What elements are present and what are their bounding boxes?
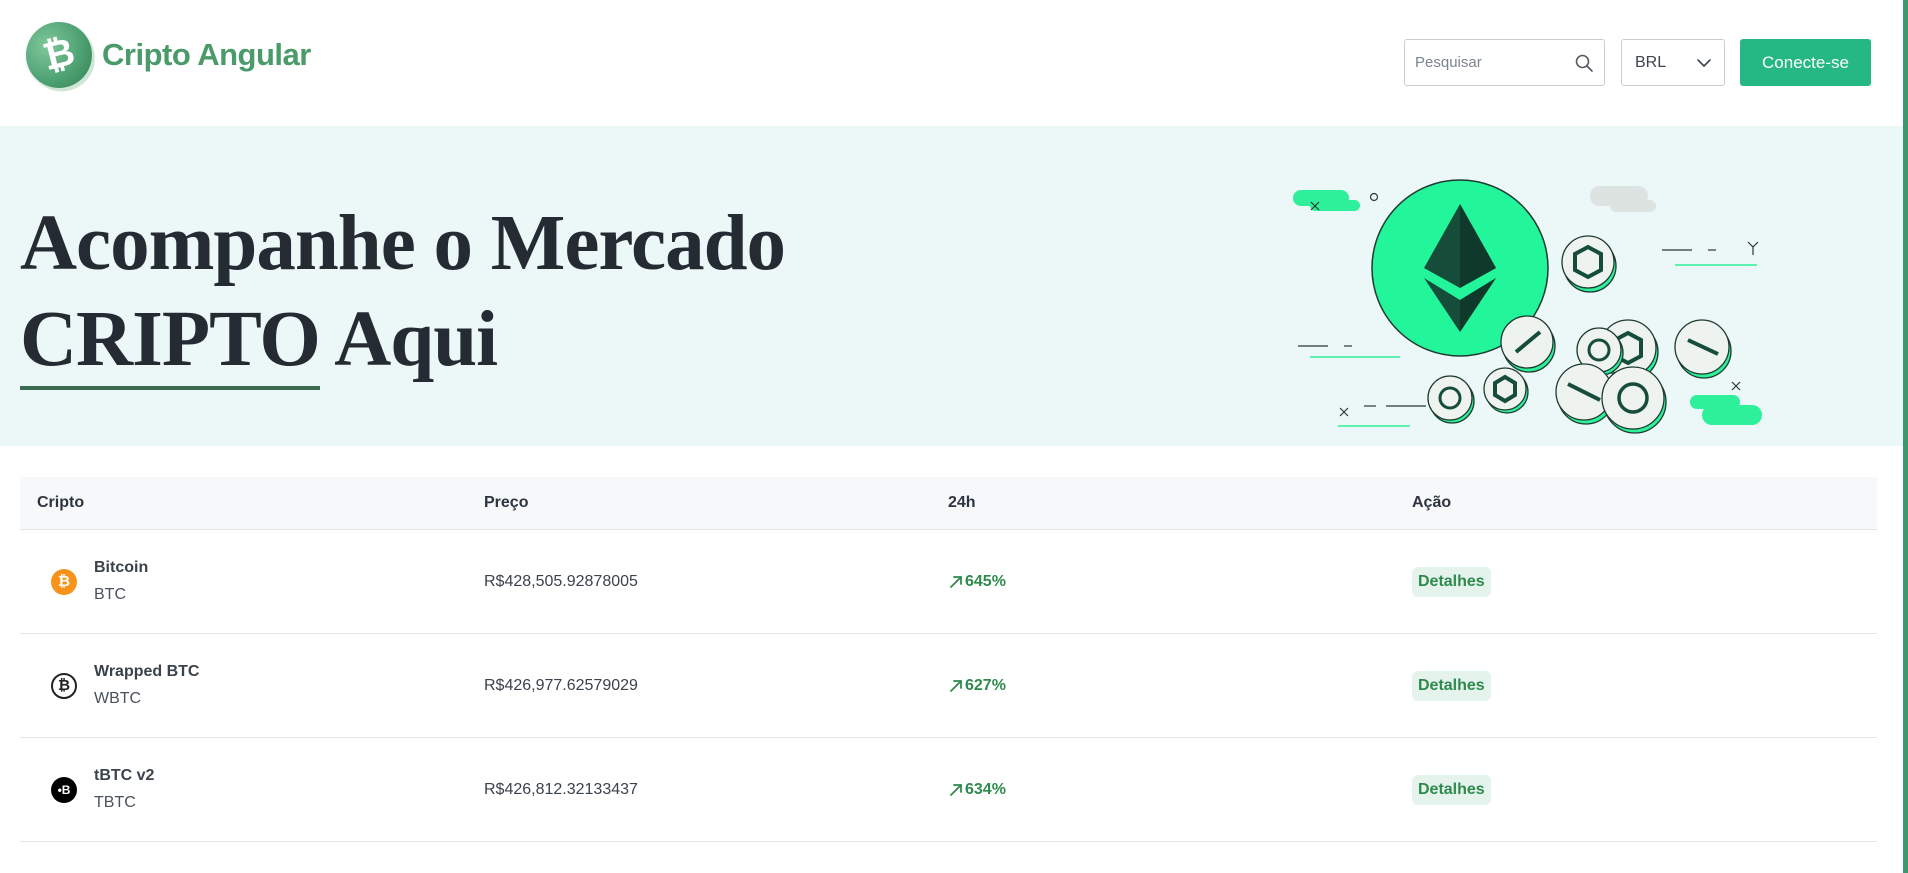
coin-cell: ₿ Wrapped BTC WBTC [20,659,484,713]
crypto-coins-illustration [1293,179,1762,434]
coin-price: R$426,812.32133437 [484,780,638,798]
wrapped-btc-icon: ₿ [51,672,77,699]
details-button[interactable]: Detalhes [1412,566,1491,597]
details-button[interactable]: Detalhes [1412,670,1491,701]
coin-price: R$426,977.62579029 [484,676,638,694]
column-header-price: Preço [484,494,529,511]
arrow-up-right-icon [950,575,962,588]
crypto-table: Cripto Preço 24h Ação ₿ Bitcoin BTC R$42… [20,477,1877,842]
coin-name: Bitcoin [94,558,149,576]
search-icon[interactable] [1574,53,1594,73]
bitcoin-logo-icon: ₿ [18,14,100,96]
table-header: Cripto Preço 24h Ação [20,477,1877,530]
coin-change-value: 634% [965,780,1006,798]
currency-select[interactable]: BRL [1621,39,1725,86]
arrow-up-right-icon [950,783,962,796]
coin-cell: •B tBTC v2 TBTC [20,763,484,817]
coin-name: tBTC v2 [94,766,155,784]
details-button[interactable]: Detalhes [1412,774,1491,805]
brand[interactable]: ₿ Cripto Angular [18,14,311,96]
bitcoin-icon: ₿ [51,568,77,595]
tbtc-icon: •B [51,776,77,803]
connect-button[interactable]: Conecte-se [1740,39,1871,86]
brand-name: Cripto Angular [102,37,311,72]
search-box [1404,39,1605,86]
hero-title-line2-rest: Aqui [319,296,498,383]
coin-change: 634% [948,781,1412,799]
coin-change: 627% [948,677,1412,695]
column-header-coin: Cripto [37,494,85,511]
hero-title: Acompanhe o Mercado CRIPTO Aqui [20,196,786,390]
hero-title-highlight: CRIPTO [20,292,321,390]
coin-change-value: 627% [965,676,1006,694]
search-input[interactable] [1405,40,1565,85]
table-row: ₿ Bitcoin BTC R$428,505.92878005 645% De… [20,530,1877,634]
scrollbar[interactable] [1903,0,1908,873]
column-header-action: Ação [1412,494,1452,511]
coin-name: Wrapped BTC [94,662,200,680]
chevron-down-icon [1697,59,1711,67]
coin-price: R$428,505.92878005 [484,572,638,590]
coin-symbol: BTC [94,585,126,603]
coin-cell: ₿ Bitcoin BTC [20,555,484,609]
column-header-change: 24h [948,494,976,511]
header: ₿ Cripto Angular BRL Conecte-se [0,0,1903,126]
coin-symbol: WBTC [94,689,142,707]
coin-change: 645% [948,573,1412,591]
table-row: •B tBTC v2 TBTC R$426,812.32133437 634% … [20,738,1877,842]
hero-title-line2: CRIPTO Aqui [20,292,785,390]
hero-title-line1: Acompanhe o Mercado [20,200,786,287]
coin-change-value: 645% [965,572,1006,590]
arrow-up-right-icon [950,679,962,692]
currency-selected-value: BRL [1635,53,1667,71]
page: ₿ Cripto Angular BRL Conecte-se Acompanh… [0,0,1908,873]
table-row: ₿ Wrapped BTC WBTC R$426,977.62579029 62… [20,634,1877,738]
coin-symbol: TBTC [94,793,136,811]
